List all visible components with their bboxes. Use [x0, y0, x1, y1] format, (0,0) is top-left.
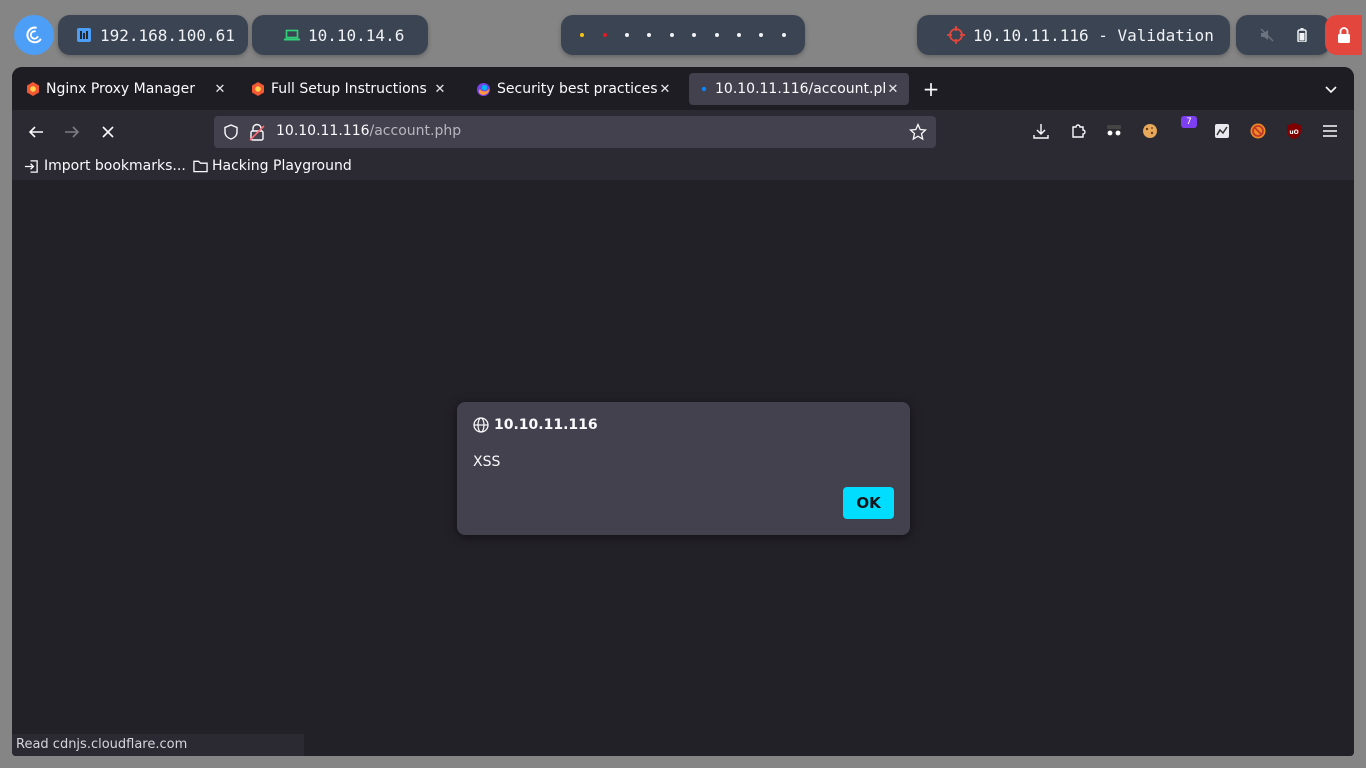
tab-title: Full Setup Instructions | N	[271, 81, 432, 97]
close-icon[interactable]: ✕	[212, 81, 228, 97]
tab-title: Nginx Proxy Manager	[46, 81, 196, 97]
insecure-lock-icon[interactable]	[249, 123, 265, 141]
workspace-dot[interactable]	[580, 33, 585, 37]
cookie-icon	[1143, 124, 1157, 138]
arrow-right-icon	[65, 126, 80, 138]
bookmarks-toolbar: Import bookmarks... Hacking Playground	[12, 153, 1354, 180]
app-menu-button[interactable]	[1320, 121, 1340, 141]
network-icon	[77, 28, 91, 42]
stop-loading-button[interactable]	[96, 120, 120, 144]
globe-icon	[473, 417, 489, 433]
lock-screen-button[interactable]	[1325, 15, 1362, 55]
target-text: 10.10.11.116 - Validation	[973, 25, 1214, 45]
list-all-tabs-button[interactable]	[1324, 81, 1338, 100]
alert-dialog: 10.10.11.116 XSS OK	[457, 402, 910, 535]
battery-icon[interactable]	[1296, 28, 1307, 42]
puzzle-icon	[1072, 124, 1086, 138]
new-tab-button[interactable]: +	[920, 79, 942, 101]
url-host: 10.10.11.116	[276, 123, 370, 139]
import-icon	[24, 159, 38, 173]
close-icon[interactable]: ✕	[657, 81, 673, 97]
close-icon[interactable]: ✕	[432, 81, 448, 97]
os-menu-button[interactable]	[14, 15, 54, 55]
tab-strip: Nginx Proxy Manager ✕ Full Setup Instruc…	[12, 67, 1354, 110]
volume-muted-icon[interactable]	[1260, 28, 1274, 42]
navigation-toolbar: 10.10.11.116/account.php 7 uO	[12, 110, 1354, 153]
workspace-dot[interactable]	[602, 33, 607, 37]
extensions-button[interactable]	[1068, 121, 1088, 141]
tab-security-best-practices[interactable]: Security best practices | ✕	[466, 73, 681, 105]
workspace-dot[interactable]	[624, 33, 629, 37]
stop-icon	[102, 126, 114, 138]
extension-cookie-button[interactable]	[1140, 121, 1160, 141]
close-icon[interactable]: ✕	[885, 81, 901, 97]
vpn-ip-text: 10.10.14.6	[308, 25, 405, 45]
dialog-origin: 10.10.11.116	[473, 417, 598, 433]
tab-full-setup-instructions[interactable]: Full Setup Instructions | N ✕	[241, 73, 456, 105]
ok-button[interactable]: OK	[843, 487, 894, 519]
ublock-shield-icon: uO	[1287, 123, 1301, 139]
url-text: 10.10.11.116/account.php	[276, 123, 461, 139]
spy-glasses-icon	[1106, 125, 1122, 137]
tab-title: Security best practices |	[497, 81, 657, 97]
workspace-dot[interactable]	[669, 33, 674, 37]
dialog-message: XSS	[473, 454, 501, 470]
laptop-icon	[284, 29, 300, 41]
downloads-button[interactable]	[1031, 121, 1051, 141]
local-ip-widget[interactable]: 192.168.100.61	[58, 15, 248, 55]
status-bar: Read cdnjs.cloudflare.com	[12, 734, 304, 756]
folder-icon	[193, 160, 208, 173]
blocked-icon	[1250, 123, 1266, 139]
workspace-dot[interactable]	[736, 33, 741, 37]
workspace-dot[interactable]	[759, 33, 764, 37]
chevron-down-icon	[1325, 86, 1337, 94]
url-path: /account.php	[369, 123, 462, 139]
star-bookmark-icon[interactable]	[909, 123, 927, 141]
bookmark-import[interactable]: Import bookmarks...	[24, 157, 186, 175]
workspace-dot[interactable]	[647, 33, 652, 37]
local-ip-text: 192.168.100.61	[100, 25, 235, 45]
workspace-dot[interactable]	[781, 33, 786, 37]
svg-text:uO: uO	[1289, 129, 1298, 136]
extension-wappalyzer-button[interactable]	[1212, 121, 1232, 141]
back-button[interactable]	[24, 120, 48, 144]
extension-spy-button[interactable]	[1104, 121, 1124, 141]
extension-badge-button[interactable]: 7	[1176, 116, 1197, 141]
crosshair-icon	[947, 26, 965, 44]
vpn-ip-widget[interactable]: 10.10.14.6	[252, 15, 428, 55]
nginx-proxy-manager-icon	[27, 82, 39, 96]
lock-icon	[1337, 27, 1350, 43]
forward-button[interactable]	[60, 120, 84, 144]
download-icon	[1033, 124, 1049, 139]
debian-swirl-icon	[26, 26, 42, 44]
chart-box-icon	[1215, 124, 1229, 138]
tab-nginx-proxy-manager[interactable]: Nginx Proxy Manager ✕	[16, 73, 236, 105]
url-bar[interactable]: 10.10.11.116/account.php	[214, 116, 936, 148]
extension-blocker-button[interactable]	[1248, 121, 1268, 141]
bookmark-label: Hacking Playground	[212, 158, 352, 174]
target-widget[interactable]: 10.10.11.116 - Validation	[917, 15, 1230, 55]
browser-window: Nginx Proxy Manager ✕ Full Setup Instruc…	[12, 67, 1354, 756]
loading-dot-icon	[701, 86, 707, 92]
workspace-dot[interactable]	[692, 33, 697, 37]
dialog-origin-text: 10.10.11.116	[494, 417, 598, 433]
system-tray	[1236, 15, 1330, 55]
bookmark-folder-hacking-playground[interactable]: Hacking Playground	[193, 157, 352, 175]
bookmark-label: Import bookmarks...	[44, 158, 186, 174]
extension-count-badge: 7	[1181, 116, 1197, 128]
nginx-proxy-manager-icon	[252, 82, 264, 96]
shield-icon[interactable]	[223, 124, 239, 140]
hamburger-menu-icon	[1323, 125, 1337, 137]
extension-ublock-button[interactable]: uO	[1284, 121, 1304, 141]
workspace-switcher[interactable]	[561, 15, 805, 55]
tab-account-php[interactable]: 10.10.11.116/account.php ✕	[689, 73, 909, 105]
arrow-left-icon	[28, 126, 43, 138]
workspace-dot[interactable]	[714, 33, 719, 37]
tab-title: 10.10.11.116/account.php	[715, 81, 885, 97]
browser-logo-icon	[476, 82, 491, 96]
